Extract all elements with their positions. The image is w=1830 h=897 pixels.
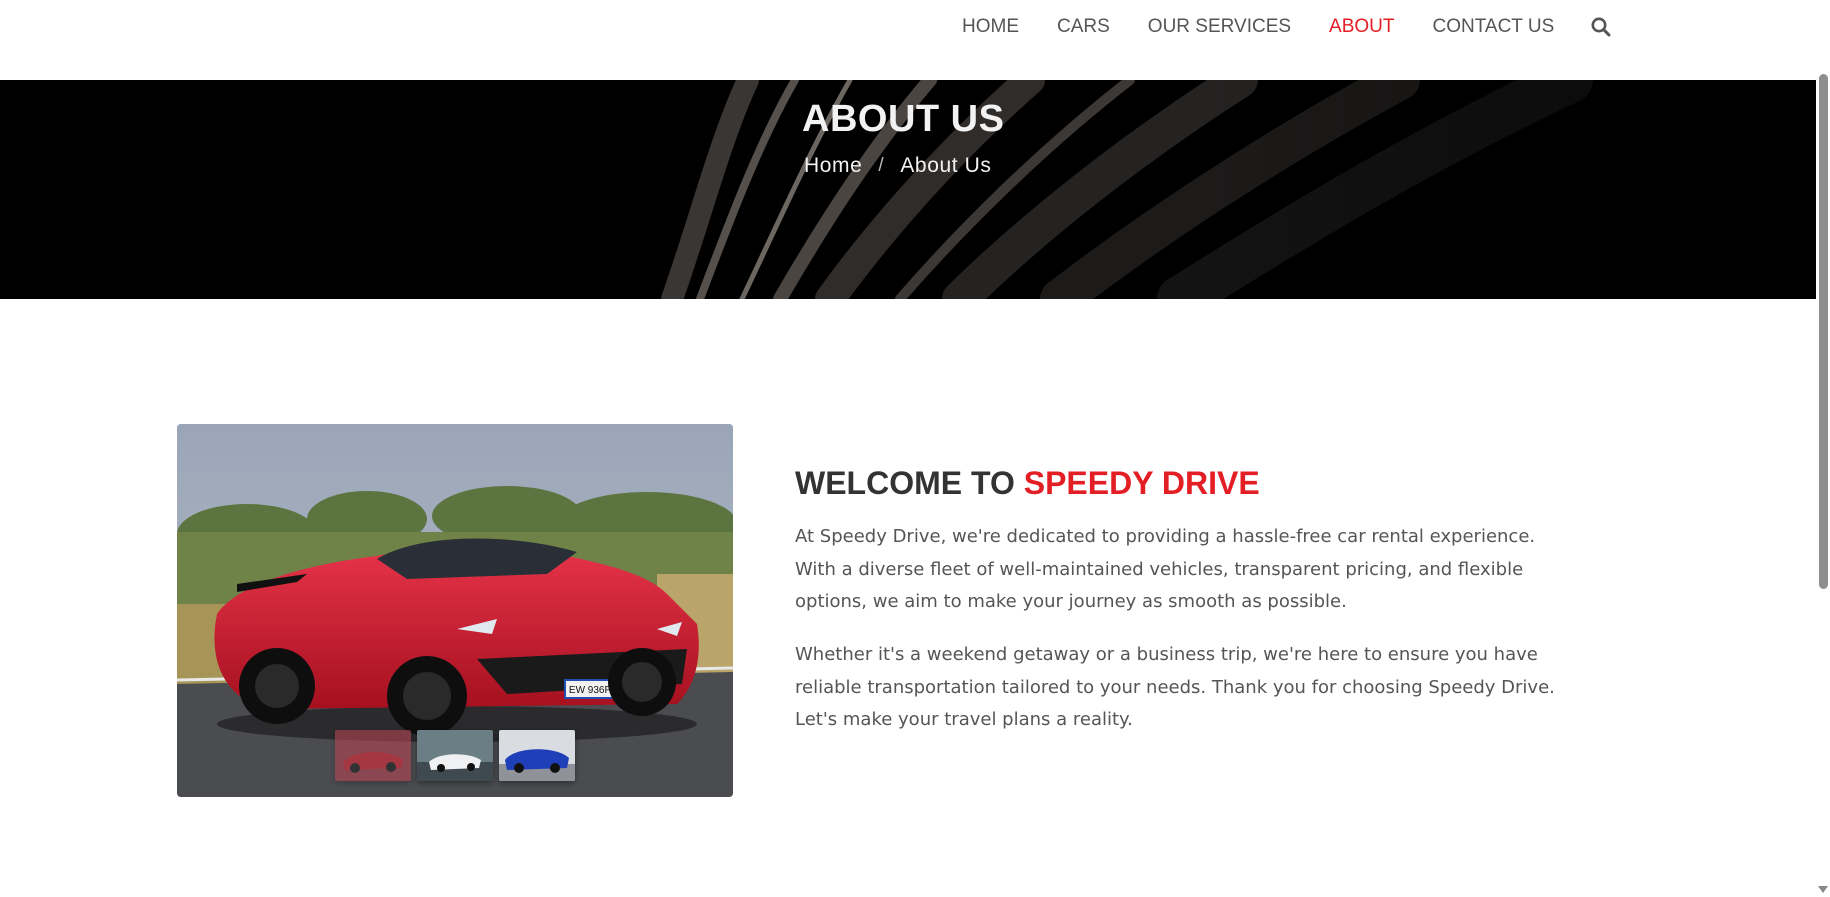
breadcrumb-separator: /	[878, 155, 885, 176]
thumbnail-white-car[interactable]	[417, 730, 493, 781]
car-image-gallery: EW 936PA	[177, 424, 733, 797]
nav-item-home[interactable]: HOME	[962, 16, 1019, 38]
gallery-thumbnails	[335, 730, 575, 781]
breadcrumb: Home / About Us	[804, 154, 992, 178]
scrollbar-thumb[interactable]	[1819, 74, 1828, 589]
about-paragraph-2: Whether it's a weekend getaway or a busi…	[795, 644, 1555, 730]
welcome-heading-prefix: WELCOME TO	[795, 465, 1015, 501]
nav-menu: HOME CARS OUR SERVICES ABOUT CONTACT US	[962, 16, 1612, 38]
breadcrumb-current: About Us	[900, 154, 992, 177]
nav-item-about[interactable]: ABOUT	[1329, 16, 1394, 38]
nav-item-cars[interactable]: CARS	[1057, 16, 1110, 38]
welcome-heading: WELCOME TO SPEEDY DRIVE	[795, 465, 1260, 502]
nav-item-our-services[interactable]: OUR SERVICES	[1148, 16, 1291, 38]
about-paragraph-1: At Speedy Drive, we're dedicated to prov…	[795, 526, 1536, 612]
thumbnail-blue-car[interactable]	[499, 730, 575, 781]
thumbnail-red-car[interactable]	[335, 730, 411, 781]
page-scrollbar[interactable]	[1816, 0, 1830, 897]
scroll-down-arrow-icon[interactable]	[1818, 886, 1828, 893]
welcome-heading-brand: SPEEDY DRIVE	[1023, 465, 1260, 501]
top-navigation: HOME CARS OUR SERVICES ABOUT CONTACT US	[0, 0, 1830, 80]
breadcrumb-home-link[interactable]: Home	[804, 154, 862, 178]
page-hero-banner: ABOUT US Home / About Us	[0, 80, 1830, 299]
search-icon[interactable]	[1590, 16, 1612, 38]
page-title: ABOUT US	[802, 98, 1005, 140]
nav-item-contact-us[interactable]: CONTACT US	[1433, 16, 1555, 38]
